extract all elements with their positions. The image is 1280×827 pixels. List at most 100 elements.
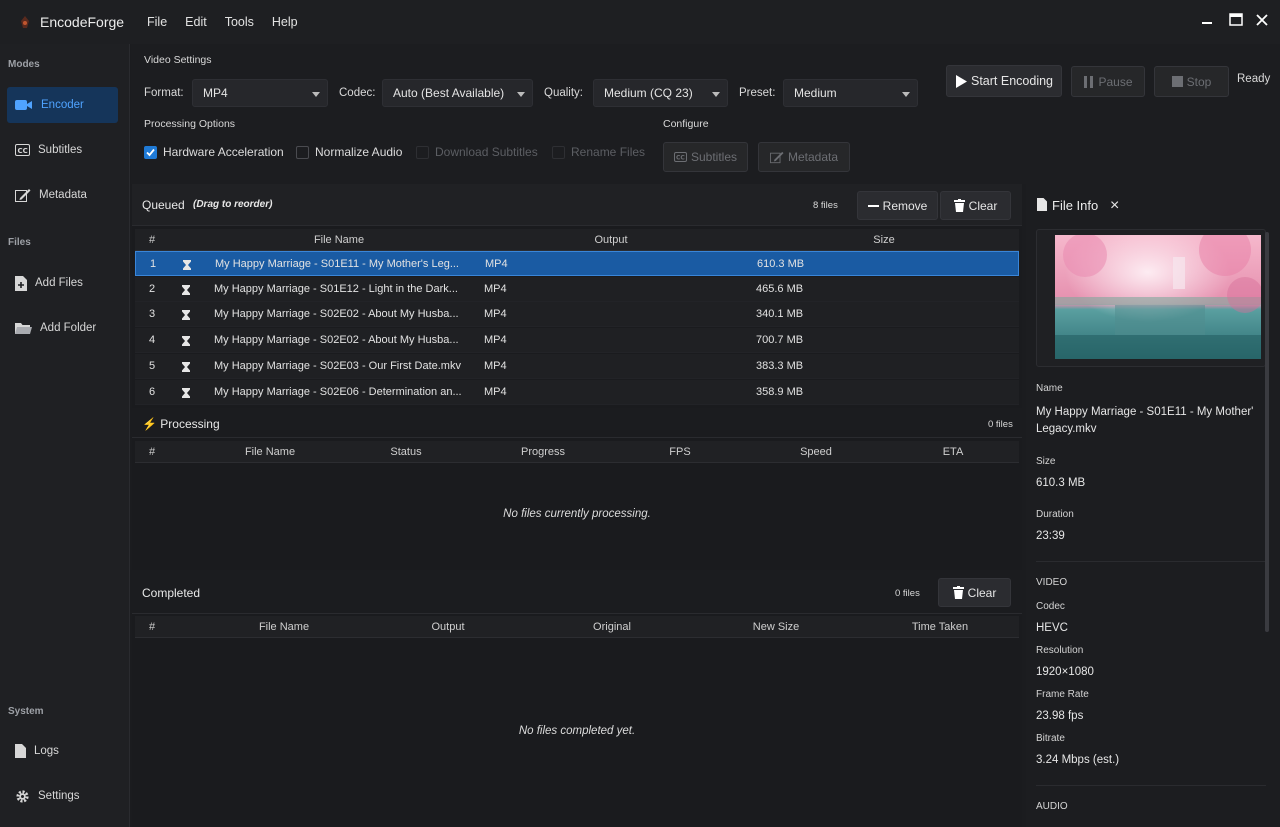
row-output: MP4 xyxy=(484,308,507,321)
row-output: MP4 xyxy=(484,385,507,398)
processing-empty-message: No files currently processing. xyxy=(503,508,651,520)
menu-edit[interactable]: Edit xyxy=(176,15,216,29)
preset-select[interactable]: Medium xyxy=(783,79,918,107)
completed-panel: Completed 0 files Clear # File Name Outp… xyxy=(132,572,1022,827)
checkmark-icon xyxy=(144,145,157,159)
queued-column-header: # File Name Output Size xyxy=(135,229,1019,251)
queued-panel: Queued (Drag to reorder) 8 files Remove … xyxy=(132,184,1022,408)
col-output[interactable]: Output xyxy=(431,621,464,633)
col-original[interactable]: Original xyxy=(593,621,631,633)
queued-title: Queued xyxy=(142,198,185,212)
close-window-icon[interactable] xyxy=(1252,10,1272,30)
close-icon[interactable]: × xyxy=(1110,198,1119,214)
codec-select[interactable]: Auto (Best Available) xyxy=(382,79,533,107)
row-output: MP4 xyxy=(484,282,507,295)
col-status[interactable]: Status xyxy=(390,446,421,458)
hourglass-icon xyxy=(182,387,190,398)
download-subtitles-checkbox[interactable]: Download Subtitles xyxy=(416,145,538,159)
rename-files-checkbox[interactable]: Rename Files xyxy=(552,145,645,159)
table-row[interactable]: 4 My Happy Marriage - S02E02 - About My H… xyxy=(135,328,1019,354)
size-label: Size xyxy=(1036,456,1056,467)
resolution-value: 1920×1080 xyxy=(1036,666,1094,678)
hourglass-icon xyxy=(182,361,190,372)
stop-icon xyxy=(1171,76,1183,87)
sidebar-item-subtitles[interactable]: CC Subtitles xyxy=(7,132,118,168)
col-number[interactable]: # xyxy=(149,621,155,633)
configure-metadata-button[interactable]: Metadata xyxy=(758,142,850,172)
file-info-scrollbar[interactable] xyxy=(1265,232,1269,632)
minimize-icon[interactable] xyxy=(1197,10,1217,30)
framerate-label: Frame Rate xyxy=(1036,689,1089,700)
normalize-audio-checkbox[interactable]: Normalize Audio xyxy=(296,145,402,159)
row-file-name: My Happy Marriage - S02E02 - About My Hu… xyxy=(214,334,459,347)
sidebar-item-label: Metadata xyxy=(39,189,87,201)
table-row[interactable]: 6 My Happy Marriage - S02E06 - Determinat… xyxy=(135,379,1019,405)
codec-label: Codec: xyxy=(339,87,376,99)
maximize-icon[interactable] xyxy=(1226,10,1246,30)
video-camera-icon xyxy=(15,100,32,110)
hardware-acceleration-checkbox[interactable]: Hardware Acceleration xyxy=(144,145,284,159)
col-number[interactable]: # xyxy=(149,446,155,458)
col-new-size[interactable]: New Size xyxy=(753,621,799,633)
video-settings-heading: Video Settings xyxy=(144,54,212,66)
drag-hint: (Drag to reorder) xyxy=(193,199,273,210)
col-size[interactable]: Size xyxy=(873,234,894,246)
col-file-name[interactable]: File Name xyxy=(245,446,295,458)
processing-header: ⚡ Processing 0 files xyxy=(132,410,1022,438)
col-speed[interactable]: Speed xyxy=(800,446,832,458)
row-file-name: My Happy Marriage - S01E12 - Light in th… xyxy=(214,282,458,295)
video-thumbnail xyxy=(1036,229,1266,367)
chevron-down-icon xyxy=(902,92,910,97)
row-file-name: My Happy Marriage - S02E03 - Our First D… xyxy=(214,359,461,372)
stop-button[interactable]: Stop xyxy=(1154,66,1229,97)
col-output[interactable]: Output xyxy=(594,234,627,246)
menu-bar: File Edit Tools Help xyxy=(138,15,307,29)
row-number: 1 xyxy=(150,258,157,270)
cc-icon: CC xyxy=(15,144,30,156)
menu-help[interactable]: Help xyxy=(263,15,307,29)
clear-queue-button[interactable]: Clear xyxy=(940,191,1011,220)
configure-subtitles-button[interactable]: CC Subtitles xyxy=(663,142,748,172)
table-row[interactable]: 3 My Happy Marriage - S02E02 - About My H… xyxy=(135,302,1019,328)
col-time-taken[interactable]: Time Taken xyxy=(912,621,968,633)
sidebar-item-add-folder[interactable]: Add Folder xyxy=(7,310,118,346)
col-eta[interactable]: ETA xyxy=(943,446,964,458)
table-row[interactable]: 1 My Happy Marriage - S01E11 - My Mother'… xyxy=(135,251,1019,276)
format-select[interactable]: MP4 xyxy=(192,79,328,107)
clear-completed-button[interactable]: Clear xyxy=(938,578,1011,607)
duration-value: 23:39 xyxy=(1036,530,1065,542)
sidebar-item-encoder[interactable]: Encoder xyxy=(7,87,118,123)
col-number[interactable]: # xyxy=(149,234,155,246)
completed-title: Completed xyxy=(142,586,201,600)
sidebar-item-label: Settings xyxy=(38,790,80,802)
table-row[interactable]: 2 My Happy Marriage - S01E12 - Light in t… xyxy=(135,276,1019,302)
sidebar-section-modes: Modes xyxy=(8,59,40,70)
svg-text:CC: CC xyxy=(18,147,28,155)
remove-button[interactable]: Remove xyxy=(857,191,938,220)
codec-value: Auto (Best Available) xyxy=(393,86,505,100)
sidebar-item-metadata[interactable]: Metadata xyxy=(7,177,118,213)
menu-tools[interactable]: Tools xyxy=(216,15,263,29)
codec-label: Codec xyxy=(1036,601,1065,612)
row-number: 3 xyxy=(149,308,156,321)
col-progress[interactable]: Progress xyxy=(521,446,565,458)
quality-select[interactable]: Medium (CQ 23) xyxy=(593,79,728,107)
sidebar-item-settings[interactable]: Settings xyxy=(7,778,118,814)
menu-file[interactable]: File xyxy=(138,15,176,29)
col-fps[interactable]: FPS xyxy=(669,446,690,458)
video-section-label: VIDEO xyxy=(1036,577,1068,588)
hardware-acceleration-label: Hardware Acceleration xyxy=(163,145,284,159)
table-row[interactable]: 5 My Happy Marriage - S02E03 - Our First … xyxy=(135,353,1019,379)
row-output: MP4 xyxy=(484,359,507,372)
col-file-name[interactable]: File Name xyxy=(259,621,309,633)
start-encoding-button[interactable]: Start Encoding xyxy=(946,65,1062,97)
row-number: 4 xyxy=(149,334,156,347)
col-file-name[interactable]: File Name xyxy=(314,234,364,246)
sidebar-item-label: Logs xyxy=(34,745,59,757)
row-number: 2 xyxy=(149,282,156,295)
format-label: Format: xyxy=(144,87,184,99)
hourglass-icon xyxy=(182,310,190,321)
sidebar-item-logs[interactable]: Logs xyxy=(7,733,118,769)
sidebar-item-add-files[interactable]: Add Files xyxy=(7,265,118,301)
pause-button[interactable]: Pause xyxy=(1071,66,1145,97)
